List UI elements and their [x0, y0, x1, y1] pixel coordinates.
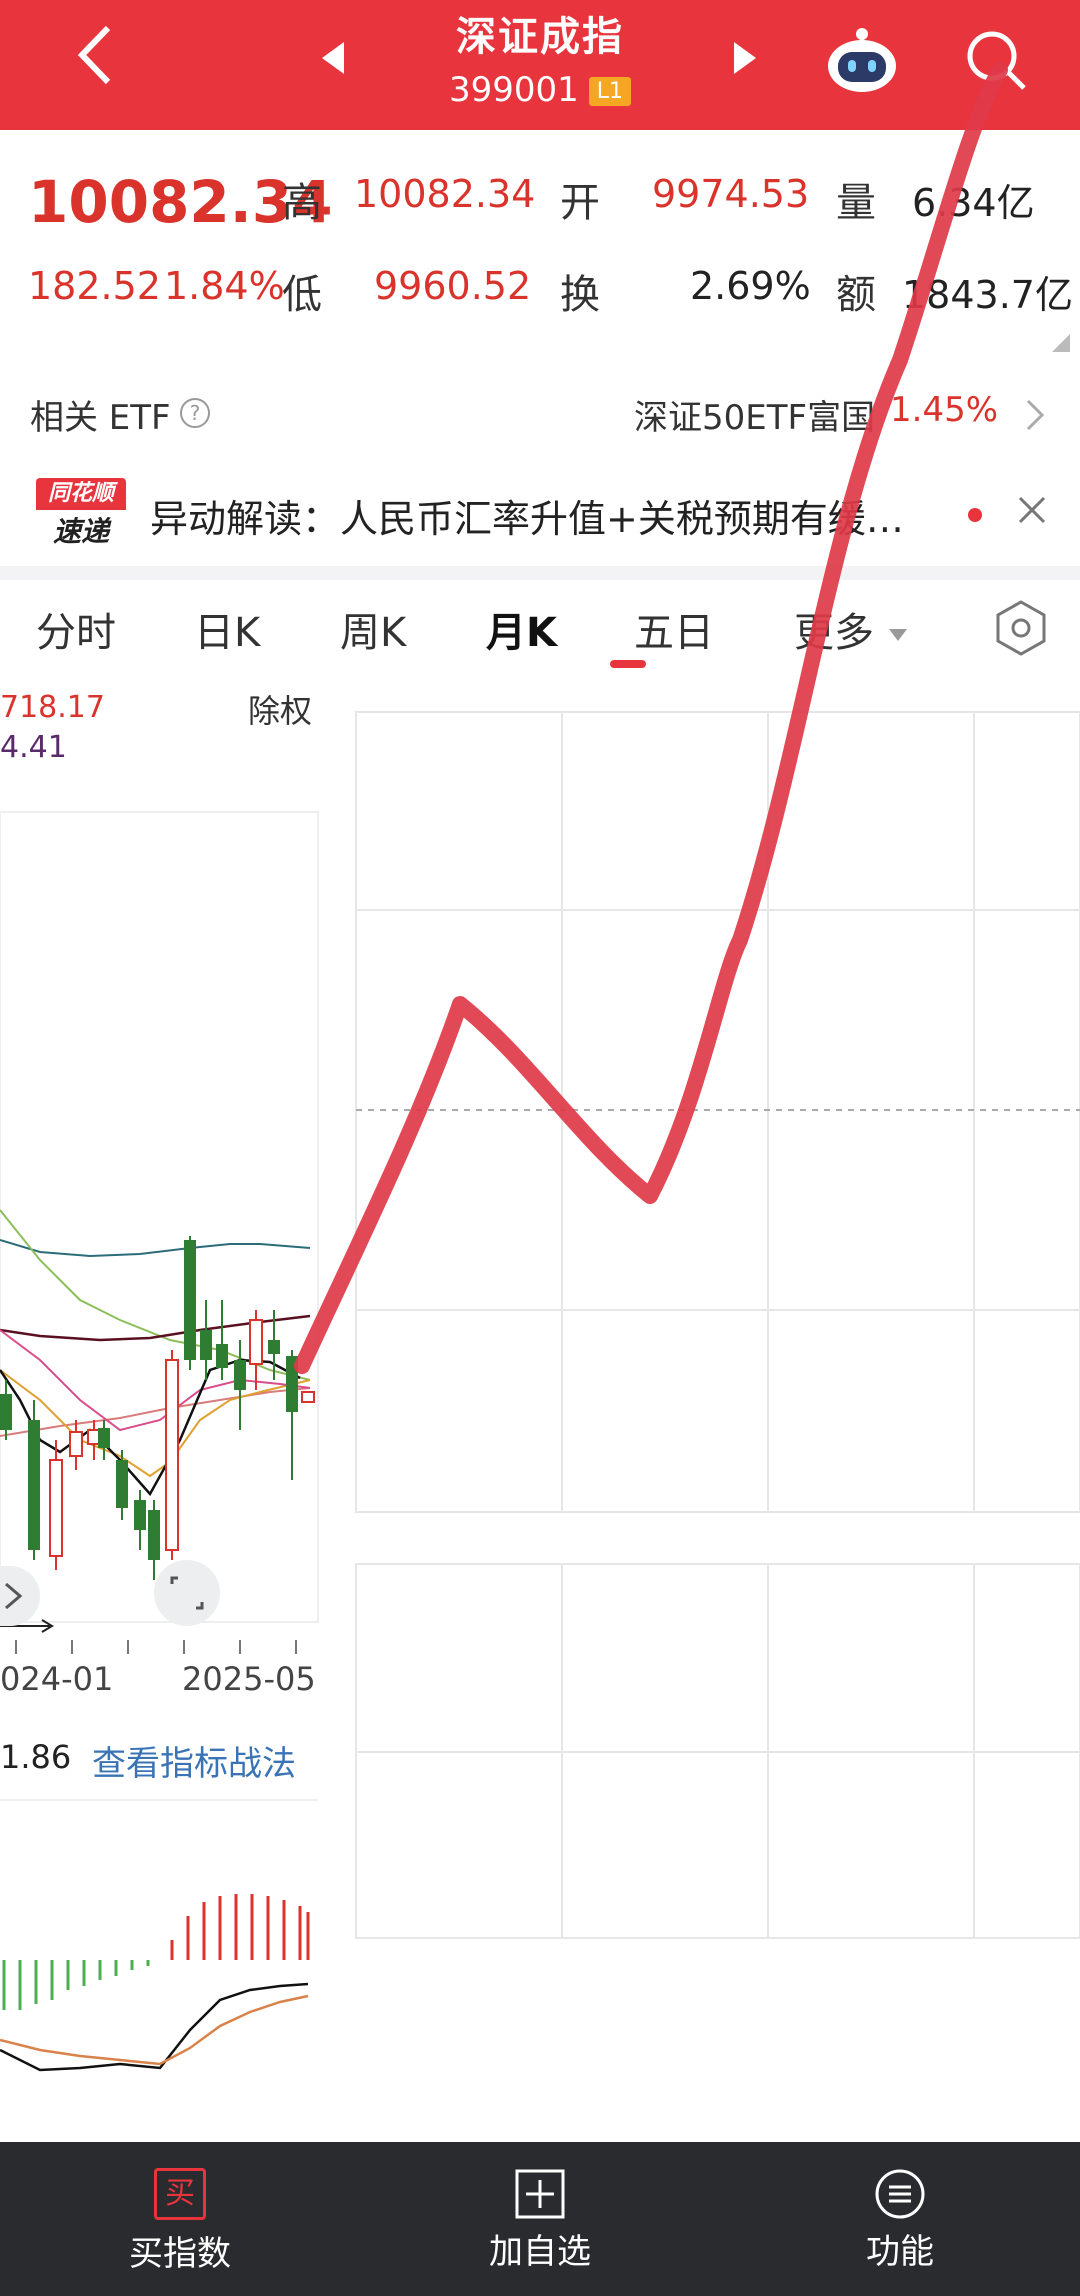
- buy-index-label: 买指数: [129, 2234, 231, 2274]
- empty-grid-bottom: [355, 1563, 1080, 1939]
- chevron-right-icon: [5, 1582, 23, 1610]
- plus-square-icon: [515, 2169, 565, 2219]
- function-menu-label: 功能: [866, 2232, 934, 2272]
- ma-line-blue: [0, 1239, 311, 1258]
- function-menu-button[interactable]: 功能: [780, 2168, 1020, 2273]
- ma-line-darkred: [0, 1314, 311, 1342]
- buy-icon: 买: [154, 2168, 206, 2220]
- add-watchlist-button[interactable]: 加自选: [420, 2168, 660, 2273]
- menu-circle-icon: [875, 2169, 925, 2219]
- fullscreen-button[interactable]: [154, 1560, 220, 1626]
- main-chart-frame: [0, 811, 319, 1623]
- ma-line-salmon: [0, 1387, 311, 1437]
- ma-line-green: [0, 1209, 311, 1381]
- kline-chart[interactable]: [0, 0, 1080, 2142]
- add-watchlist-label: 加自选: [489, 2232, 591, 2272]
- empty-grid-top: [355, 711, 1080, 1513]
- x-axis-ticks: [15, 1640, 297, 1654]
- macd-dea-line: [0, 1994, 309, 2066]
- ma-line-orange: [0, 1369, 311, 1478]
- bottom-action-bar: 买 买指数 加自选 功能: [0, 2142, 1080, 2296]
- expand-icon: [170, 1576, 204, 1610]
- indicator-strategy-link[interactable]: 查看指标战法: [92, 1736, 296, 1785]
- macd-histogram: [2, 1894, 310, 2010]
- date-label-right: 2025-05: [182, 1660, 316, 1698]
- ma-line-pink: [0, 1329, 311, 1432]
- annotation-freehand-curve: [294, 62, 1008, 1374]
- date-label-left: 024-01: [0, 1660, 114, 1698]
- macd-dif-line: [0, 1982, 309, 2072]
- buy-index-button[interactable]: 买 买指数: [60, 2168, 300, 2275]
- indicator-value: 1.86: [0, 1738, 72, 1776]
